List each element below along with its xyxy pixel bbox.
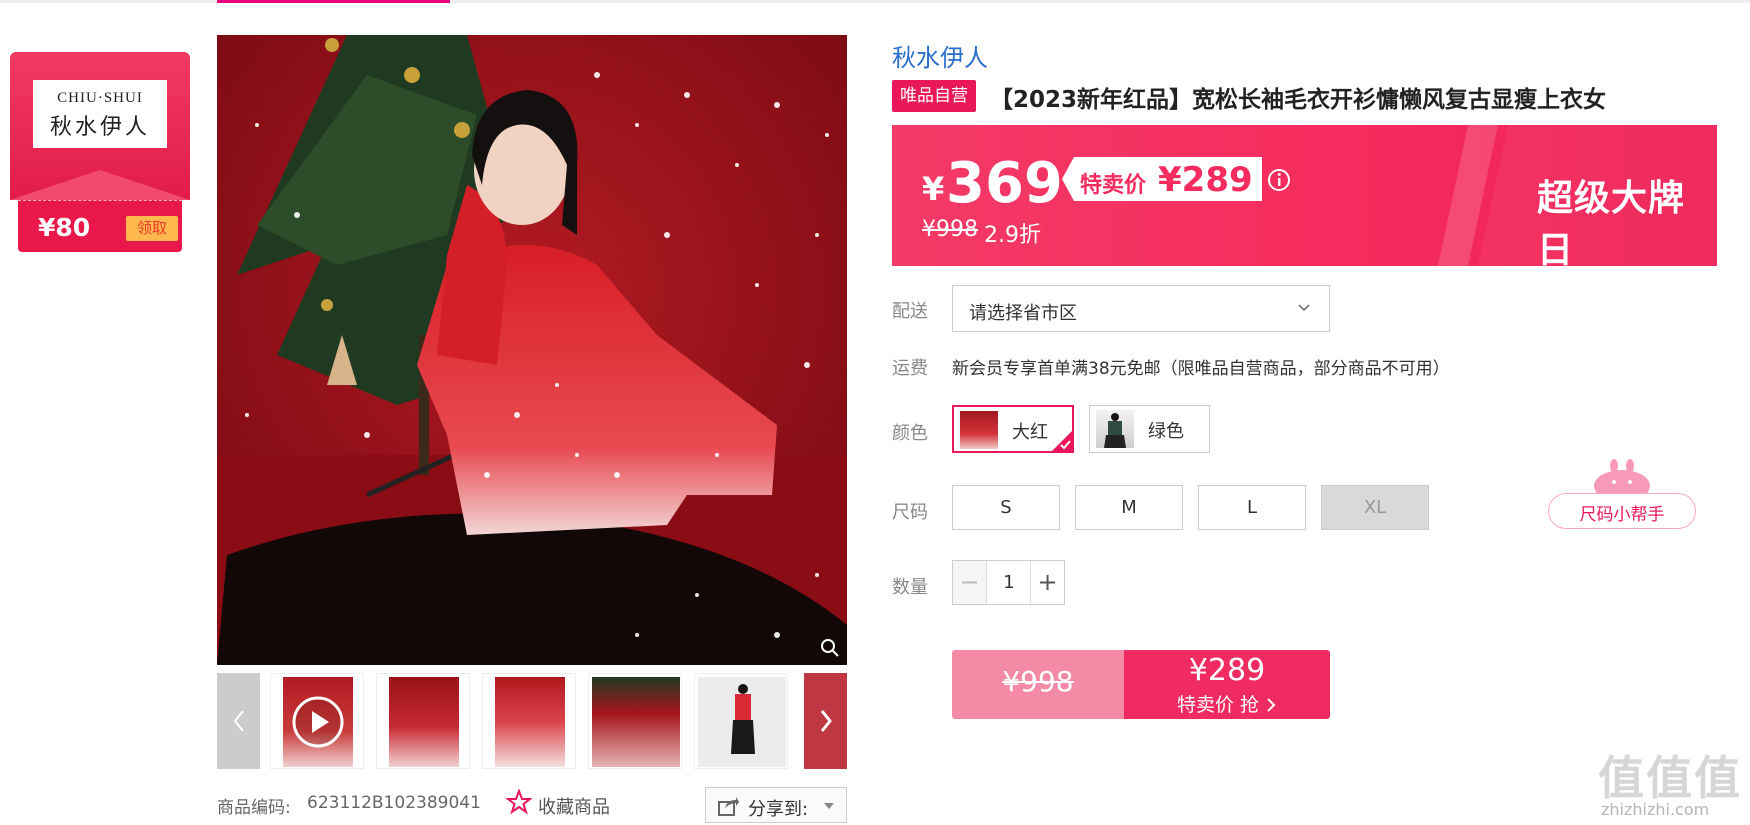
- model-figure: [1104, 413, 1126, 448]
- discount: 2.9折: [984, 223, 1041, 248]
- current-price: 369: [946, 151, 1063, 216]
- thumbnail[interactable]: [376, 673, 470, 769]
- brand-coupon-card[interactable]: CHIU·SHUI 秋水伊人 ¥80 领取: [10, 52, 190, 257]
- coupon-amount: ¥80: [38, 213, 91, 242]
- product-page: CHIU·SHUI 秋水伊人 ¥80 领取 商品编码: 623112B10238…: [0, 0, 1750, 825]
- chevron-right-icon: [820, 710, 832, 732]
- product-code-label: 商品编码:: [217, 798, 291, 818]
- size-option-s[interactable]: S: [952, 485, 1060, 530]
- special-price-tag: 特卖价 ¥289: [1062, 157, 1262, 201]
- buy-action-text: 特卖价 抢: [1124, 690, 1330, 717]
- special-price-label: 特卖价: [1080, 173, 1147, 198]
- card-notch: [10, 170, 190, 200]
- color-option-green[interactable]: 绿色: [1089, 405, 1210, 453]
- shipping-text: 新会员专享首单满38元免邮（限唯品自营商品，部分商品不可用）: [952, 359, 1450, 379]
- shipping-label: 运费: [892, 358, 928, 379]
- buy-action-label: 特卖价 抢: [1176, 694, 1259, 716]
- thumb-prev-button[interactable]: [217, 673, 260, 769]
- buy-original-price-panel[interactable]: ¥998: [952, 650, 1124, 719]
- star-icon: [506, 789, 532, 815]
- share-label: 分享到:: [748, 799, 809, 820]
- self-operated-badge: 唯品自营: [892, 80, 976, 112]
- info-icon[interactable]: [1266, 167, 1292, 193]
- size-helper-label: 尺码小帮手: [1579, 505, 1665, 525]
- quantity-plus-button[interactable]: +: [1030, 561, 1064, 604]
- zoom-icon[interactable]: [819, 637, 841, 659]
- brand-logo[interactable]: CHIU·SHUI 秋水伊人: [33, 80, 167, 148]
- active-tab-indicator: [217, 0, 450, 3]
- thumbnail[interactable]: [588, 673, 682, 769]
- size-label: 尺码: [892, 502, 928, 523]
- site-watermark: 值值值 zhizhizhi.com: [1598, 742, 1743, 822]
- buy-now-button[interactable]: ¥289 特卖价 抢: [1124, 650, 1330, 719]
- brand-name-link[interactable]: 秋水伊人: [892, 38, 988, 73]
- region-placeholder: 请选择省市区: [969, 303, 1077, 324]
- chevron-left-icon: [233, 710, 244, 732]
- caret-down-icon: [824, 803, 834, 809]
- color-option-label: 大红: [1012, 422, 1048, 443]
- special-price: ¥289: [1158, 160, 1253, 200]
- size-helper-button[interactable]: 尺码小帮手: [1548, 458, 1696, 530]
- quantity-stepper: − 1 +: [952, 560, 1065, 605]
- price-banner: ¥ 369 特卖价 ¥289 ¥998 2.9折 超级大牌日: [892, 125, 1717, 266]
- thumbnail[interactable]: [694, 673, 788, 769]
- thumbnail-video[interactable]: [270, 673, 364, 769]
- currency-symbol: ¥: [922, 170, 945, 208]
- size-option-xl[interactable]: XL: [1321, 485, 1429, 530]
- color-label: 颜色: [892, 423, 928, 444]
- product-code: 623112B102389041: [307, 793, 481, 813]
- brand-logo-cn: 秋水伊人: [49, 114, 150, 139]
- color-swatch-green: [1096, 410, 1134, 448]
- watermark-url: zhizhizhi.com: [1601, 800, 1710, 819]
- color-option-red[interactable]: 大红: [952, 405, 1074, 453]
- model-figure: [731, 684, 755, 754]
- claim-coupon-button[interactable]: 领取: [126, 216, 178, 241]
- event-name: 超级大牌日: [1537, 178, 1686, 266]
- play-icon: [292, 696, 344, 748]
- region-select[interactable]: 请选择省市区: [952, 285, 1330, 332]
- delivery-label: 配送: [892, 301, 928, 322]
- product-title: 【2023新年红品】宽松长袖毛衣开衫慵懒风复古显瘦上衣女: [990, 87, 1607, 113]
- chevron-right-icon: [1267, 698, 1276, 712]
- favorite-button[interactable]: 收藏商品: [506, 789, 636, 818]
- chevron-down-icon: [1298, 304, 1310, 312]
- mascot-icon: [1594, 459, 1650, 498]
- size-option-l[interactable]: L: [1198, 485, 1306, 530]
- main-product-image[interactable]: [217, 35, 847, 665]
- size-option-m[interactable]: M: [1075, 485, 1183, 530]
- selected-check-icon: [1051, 430, 1073, 452]
- quantity-label: 数量: [892, 577, 928, 598]
- brand-coupon: ¥80 领取: [18, 200, 182, 252]
- thumbnail-strip: [217, 673, 847, 769]
- share-button[interactable]: 分享到:: [705, 787, 847, 823]
- watermark-logo: 值值值: [1598, 751, 1742, 805]
- quantity-value[interactable]: 1: [987, 561, 1031, 604]
- original-price: ¥998: [922, 217, 978, 242]
- color-swatch-red: [960, 411, 998, 449]
- favorite-label: 收藏商品: [538, 797, 610, 818]
- buy-original-price: ¥998: [1002, 665, 1074, 698]
- color-option-label: 绿色: [1148, 421, 1184, 442]
- brand-logo-en: CHIU·SHUI: [57, 90, 143, 106]
- share-icon: [718, 797, 739, 816]
- thumbnail[interactable]: [482, 673, 576, 769]
- product-photo: [217, 35, 847, 665]
- quantity-minus-button[interactable]: −: [953, 561, 987, 604]
- thumb-next-button[interactable]: [804, 673, 847, 769]
- buy-price: ¥289: [1188, 653, 1266, 688]
